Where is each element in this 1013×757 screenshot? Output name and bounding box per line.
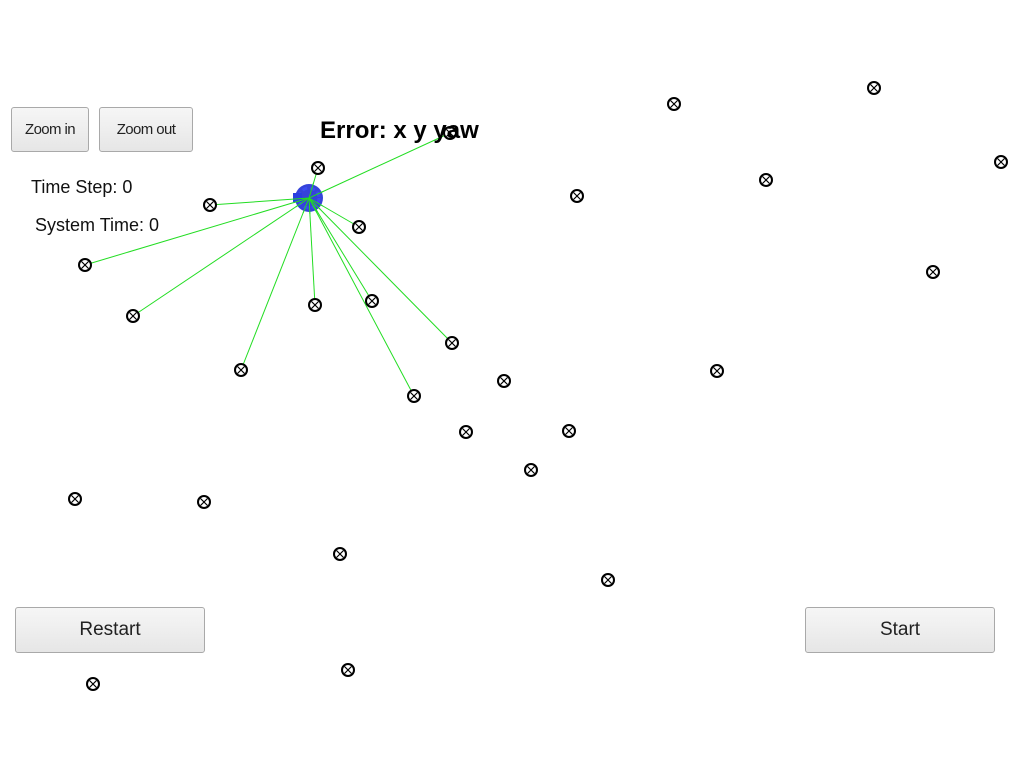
circle-x-icon xyxy=(524,463,538,477)
zoom-in-button[interactable]: Zoom in xyxy=(11,107,89,152)
circle-x-icon xyxy=(459,425,473,439)
circle-x-icon xyxy=(710,364,724,378)
observation-line xyxy=(308,197,453,344)
circle-x-icon xyxy=(926,265,940,279)
start-button[interactable]: Start xyxy=(805,607,995,653)
circle-x-icon xyxy=(570,189,584,203)
circle-x-icon xyxy=(867,81,881,95)
time-step-value: 0 xyxy=(122,177,133,197)
circle-x-icon xyxy=(197,495,211,509)
circle-x-icon xyxy=(352,220,366,234)
circle-x-icon xyxy=(407,389,421,403)
observation-line xyxy=(132,197,310,317)
time-step-readout: Time Step: 0 xyxy=(31,177,132,198)
circle-x-icon xyxy=(308,298,322,312)
observation-line xyxy=(308,197,316,306)
circle-x-icon xyxy=(445,336,459,350)
observation-line xyxy=(240,197,310,371)
error-label: Error: x y yaw xyxy=(320,117,479,144)
observation-line xyxy=(308,197,373,302)
restart-button[interactable]: Restart xyxy=(15,607,205,653)
circle-x-icon xyxy=(234,363,248,377)
system-time-value: 0 xyxy=(149,215,160,235)
circle-x-icon xyxy=(994,155,1008,169)
circle-x-icon xyxy=(601,573,615,587)
circle-x-icon xyxy=(562,424,576,438)
circle-x-icon xyxy=(341,663,355,677)
circle-x-icon xyxy=(68,492,82,506)
system-time-label: System Time: xyxy=(35,215,145,235)
circle-x-icon xyxy=(86,677,100,691)
landmark-layer xyxy=(68,81,1008,691)
circle-x-icon xyxy=(365,294,379,308)
circle-x-icon xyxy=(333,547,347,561)
circle-x-icon xyxy=(759,173,773,187)
time-step-label: Time Step: xyxy=(31,177,118,197)
observation-lines xyxy=(84,132,453,397)
circle-x-icon xyxy=(667,97,681,111)
system-time-readout: System Time: 0 xyxy=(35,215,159,236)
circle-x-icon xyxy=(203,198,217,212)
circle-x-icon xyxy=(78,258,92,272)
circle-x-icon xyxy=(311,161,325,175)
zoom-out-button[interactable]: Zoom out xyxy=(99,107,193,152)
circle-x-icon xyxy=(497,374,511,388)
circle-x-icon xyxy=(126,309,140,323)
